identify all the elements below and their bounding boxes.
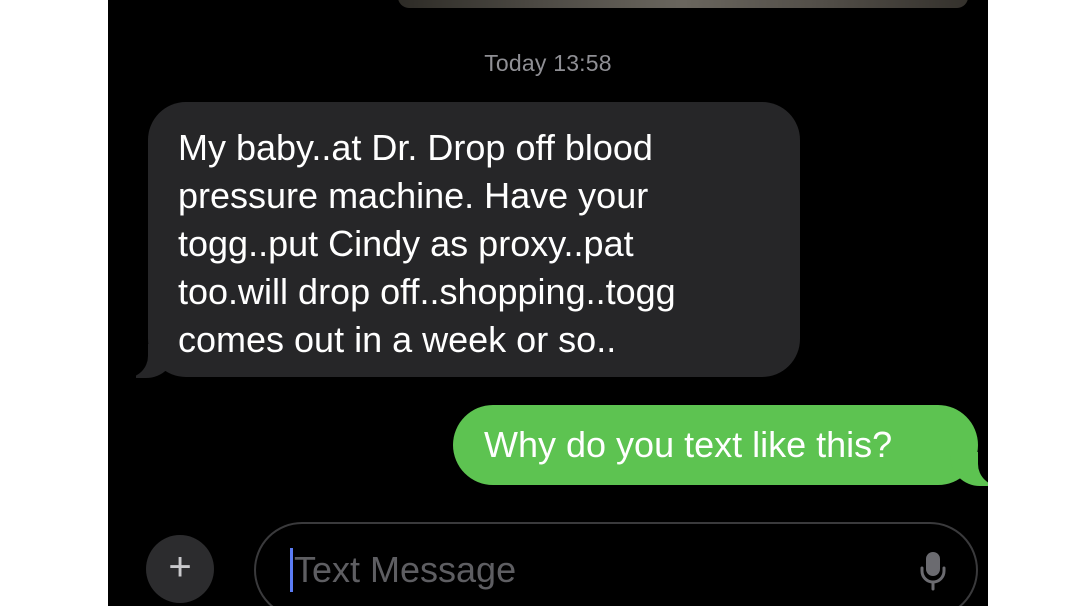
- message-timestamp: Today 13:58: [484, 50, 612, 76]
- messages-screen: Today 13:58 My baby..at Dr. Drop off blo…: [108, 0, 988, 606]
- text-cursor: [290, 548, 293, 592]
- message-line: pressure machine. Have your: [178, 175, 649, 216]
- previous-image-message[interactable]: [398, 0, 968, 8]
- bubble-tail: [122, 344, 176, 378]
- outgoing-message-text: Why do you text like this?: [484, 424, 893, 465]
- message-line: togg..put Cindy as proxy..pat: [178, 223, 634, 264]
- microphone-icon[interactable]: [918, 550, 948, 592]
- add-attachment-button[interactable]: +: [146, 535, 214, 603]
- incoming-message-bubble[interactable]: My baby..at Dr. Drop off blood pressure …: [122, 102, 800, 378]
- message-input-placeholder: Text Message: [294, 549, 517, 590]
- outgoing-message-bubble[interactable]: Why do you text like this?: [453, 405, 988, 486]
- message-line: My baby..at Dr. Drop off blood: [178, 127, 653, 168]
- bubble-tail: [950, 452, 988, 486]
- message-line: comes out in a week or so..: [178, 319, 617, 360]
- message-input[interactable]: Text Message: [254, 522, 978, 606]
- message-line: too.will drop off..shopping..togg: [178, 271, 676, 312]
